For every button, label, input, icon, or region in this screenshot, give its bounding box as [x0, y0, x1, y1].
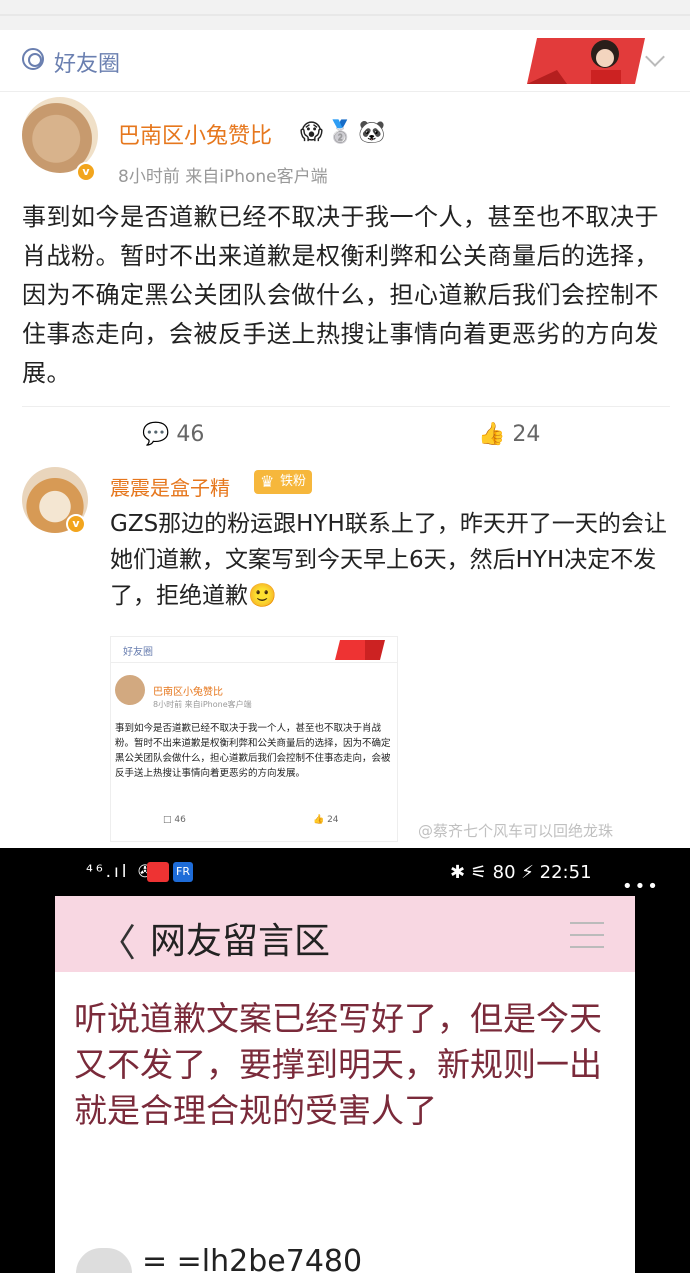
reply-body: GZS那边的粉运跟HYH联系上了，昨天开了一天的会让她们道歉，文案写到今天早上6… [110, 511, 667, 609]
mini-friends-bar: 好友圈 [111, 637, 397, 663]
mini-body: 事到如今是否道歉已经不取决于我一个人，甚至也不取决于肖战粉。暂时不出来道歉是权衡… [115, 723, 391, 779]
mini-like-count: 👍 24 [313, 815, 339, 825]
fan-badge: 铁粉 [254, 470, 313, 494]
mini-friends-label: 好友圈 [123, 647, 153, 658]
mini-comment-count: □ 46 [163, 815, 186, 825]
comment-count: 46 [176, 422, 205, 447]
like-count: 24 [512, 422, 541, 447]
username[interactable]: = =lh2be7480 [142, 1244, 362, 1273]
watermark: @蔡齐七个风车可以回绝龙珠 [418, 822, 614, 840]
status-signal: ⁴⁶.ıl ✇ [86, 862, 156, 882]
friends-circle-label[interactable]: 好友圈 [54, 46, 120, 78]
comment-icon: 💬 [142, 422, 170, 447]
comment-button[interactable]: 💬 46 [142, 422, 204, 447]
mini-avatar [115, 675, 145, 705]
friends-circle-icon [22, 48, 44, 70]
verified-badge-icon: v [66, 514, 86, 534]
post-author[interactable]: 巴南区小兔赞比 [118, 118, 272, 150]
top-strip [0, 0, 690, 30]
like-button[interactable]: 👍 24 [478, 422, 540, 447]
mini-meta: 8小时前 来自iPhone客户端 [153, 700, 252, 709]
embedded-screenshot[interactable]: 好友圈 巴南区小兔赞比 8小时前 来自iPhone客户端 事到如今是否道歉已经不… [110, 636, 398, 842]
promo-banner[interactable] [527, 34, 647, 86]
status-right: ✱ ⚟ 80 ⚡ 22:51 [450, 862, 592, 883]
message-body: 听说道歉文案已经写好了，但是今天又不发了，要撑到明天，新规则一出就是合理合规的受… [74, 999, 602, 1130]
author-emoji-badges: 😱🥈🐼 [300, 120, 390, 145]
divider [22, 406, 670, 407]
page-header [55, 896, 635, 972]
page-title: 网友留言区 [150, 921, 331, 962]
post-body: 事到如今是否道歉已经不取决于我一个人，甚至也不取决于肖战粉。暂时不出来道歉是权衡… [22, 203, 659, 387]
post-meta: 8小时前 来自iPhone客户端 [118, 167, 328, 187]
reply-author[interactable]: 震震是盒子精 [110, 472, 230, 501]
menu-icon[interactable] [570, 922, 604, 948]
fr-app-icon: FR [173, 862, 193, 882]
back-button[interactable]: 〈 [98, 912, 136, 967]
mini-banner [335, 640, 385, 660]
app-notification-icon [147, 862, 169, 882]
mini-author: 巴南区小兔赞比 [153, 687, 223, 698]
more-icon[interactable]: ••• [622, 876, 660, 897]
verified-badge-icon: v [76, 162, 96, 182]
like-icon: 👍 [478, 422, 506, 447]
